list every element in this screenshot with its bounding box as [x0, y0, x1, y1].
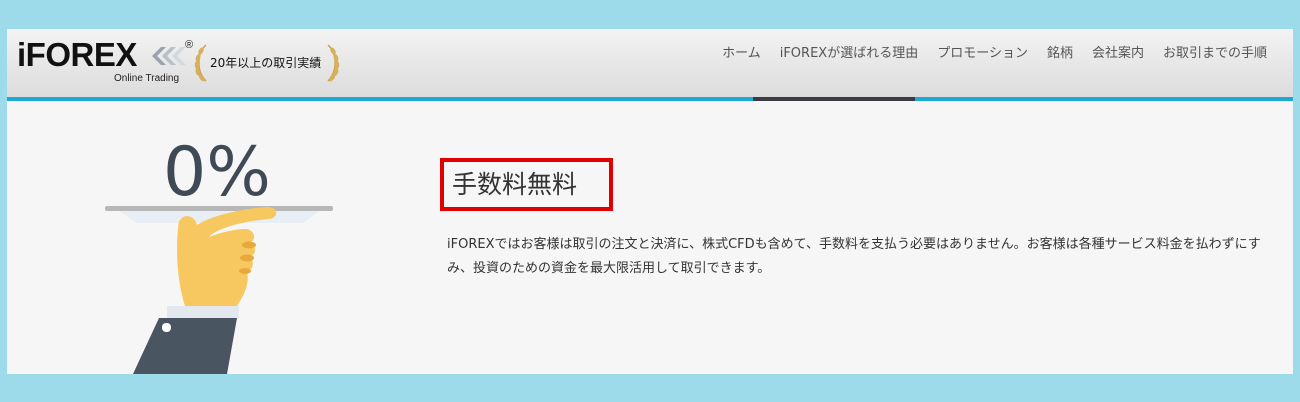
- laurel-wreath-icon: [194, 44, 207, 82]
- hand-tray-illustration: 0%: [105, 133, 333, 374]
- award-text: 20年以上の取引実績: [210, 56, 322, 70]
- active-nav-indicator: [753, 97, 915, 101]
- feature-title-highlight: 手数料無料: [440, 158, 613, 211]
- laurel-wreath-icon: [327, 44, 340, 82]
- main-nav: ホーム iFOREXが選ばれる理由 プロモーション 銘柄 会社案内 お取引までの…: [703, 45, 1267, 63]
- chevron-double-icon: [152, 47, 186, 65]
- logo-tagline: Online Trading: [114, 73, 180, 84]
- nav-item-instruments[interactable]: 銘柄: [1047, 45, 1073, 63]
- nav-item-getting-started[interactable]: お取引までの手順: [1163, 45, 1267, 63]
- zero-percent-text: 0%: [163, 133, 271, 212]
- nav-item-why-iforex[interactable]: iFOREXが選ばれる理由: [780, 45, 918, 63]
- header-accent-line: [7, 97, 1293, 101]
- nav-item-home[interactable]: ホーム: [722, 45, 761, 63]
- nav-item-promotions[interactable]: プロモーション: [937, 45, 1028, 63]
- feature-title: 手数料無料: [452, 170, 578, 199]
- page-frame: iFOREX ® Online Trading 20年以上の取引実績 ホーム i…: [7, 29, 1293, 374]
- site-header: iFOREX ® Online Trading 20年以上の取引実績 ホーム i…: [7, 29, 1293, 97]
- feature-description: iFOREXではお客様は取引の注文と決済に、株式CFDも含めて、手数料を支払う必…: [447, 237, 1261, 276]
- brand-logo[interactable]: iFOREX ® Online Trading: [17, 36, 197, 91]
- award-badge: 20年以上の取引実績: [193, 43, 343, 83]
- nav-item-company[interactable]: 会社案内: [1092, 45, 1144, 63]
- registered-mark: ®: [185, 39, 194, 51]
- logo-wordmark: iFOREX: [17, 36, 137, 73]
